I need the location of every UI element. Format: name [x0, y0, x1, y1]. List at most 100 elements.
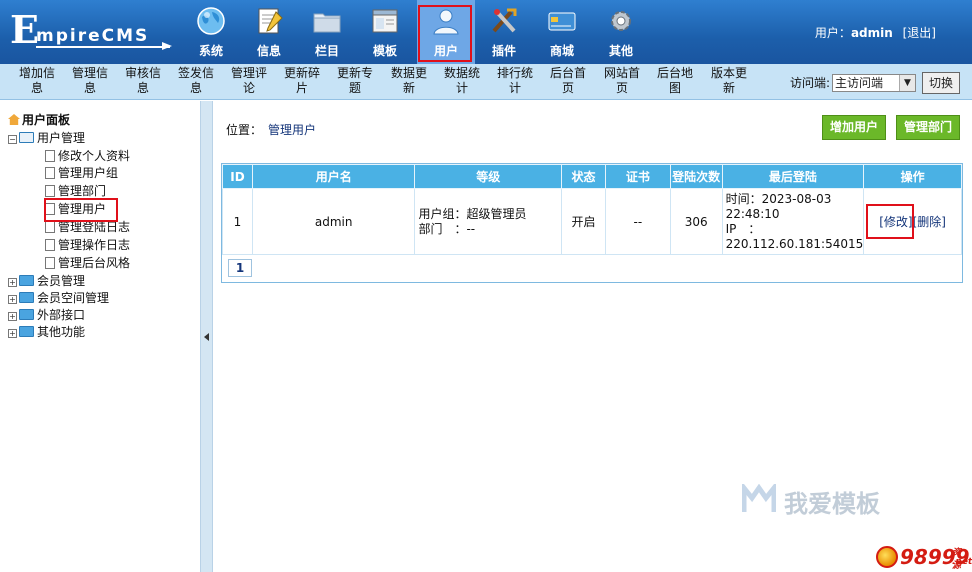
sidebar-item-label: 管理后台风格	[58, 256, 131, 270]
top-header: E mpireCMS 系统 信息 栏目 模板 用户 插件 商城 其他 用户：ad…	[0, 0, 972, 64]
time-value: 2023-08-03	[761, 191, 832, 206]
header-last-login: 最后登陆	[721, 164, 865, 189]
sidebar-item-manage-user-groups[interactable]: 管理用户组	[45, 165, 118, 182]
subnav-sign-info[interactable]: 签发信息	[173, 66, 219, 96]
subnav-manage-comments[interactable]: 管理评论	[226, 66, 272, 96]
subnav-line2: 息	[136, 81, 149, 95]
home-icon	[8, 114, 20, 125]
sidebar-panel-title-text: 用户面板	[22, 113, 71, 127]
sidebar-group-user-management[interactable]: − 用户管理	[8, 130, 85, 147]
subnav-data-stats[interactable]: 数据统计	[439, 66, 485, 96]
logout-link[interactable]: [退出]	[903, 26, 936, 40]
nav-tab-plugin[interactable]: 插件	[475, 0, 533, 64]
header-id: ID	[222, 164, 253, 189]
expand-icon[interactable]: +	[8, 295, 17, 304]
subnav-admin-map[interactable]: 后台地图	[652, 66, 698, 96]
group-value: 超级管理员	[466, 206, 527, 221]
subnav-line2: 片	[295, 81, 308, 95]
cell-username: admin	[251, 188, 416, 255]
folder-icon	[19, 292, 34, 303]
sidebar-item-admin-style[interactable]: 管理后台风格	[45, 255, 130, 272]
table-header-row: ID 用户名 等级 状态 证书 登陆次数 最后登陆 操作	[222, 164, 962, 189]
header-username: 用户名	[251, 164, 416, 189]
cell-id: 1	[222, 188, 253, 255]
time-label: 时间：	[725, 191, 762, 206]
nav-tab-shop[interactable]: 商城	[533, 0, 591, 64]
sidebar-splitter[interactable]	[200, 101, 213, 572]
subnav-line1: 管理评	[230, 66, 267, 80]
subnav-data-update[interactable]: 数据更新	[386, 66, 432, 96]
subnav-manage-info[interactable]: 管理信息	[67, 66, 113, 96]
pagination-page-1[interactable]: 1	[228, 259, 252, 277]
subnav-line1: 审核信	[124, 66, 161, 80]
page-icon	[45, 221, 55, 233]
sidebar-item-edit-profile[interactable]: 修改个人资料	[45, 148, 130, 165]
subnav-line1: 版本更	[710, 66, 747, 80]
expand-icon[interactable]: +	[8, 312, 17, 321]
subnav-admin-home[interactable]: 后台首页	[545, 66, 591, 96]
nav-tab-column[interactable]: 栏目	[298, 0, 356, 64]
last-login-time: 时间：2023-08-03	[726, 192, 864, 207]
delete-link[interactable]: [删除]	[913, 215, 946, 229]
subnav-line2: 页	[615, 81, 628, 95]
subnav-line2: 息	[30, 81, 43, 95]
nav-tab-system[interactable]: 系统	[182, 0, 240, 64]
sidebar-item-operation-logs[interactable]: 管理操作日志	[45, 237, 130, 254]
sidebar-group-external-api[interactable]: + 外部接口	[8, 307, 85, 324]
expand-icon[interactable]: +	[8, 329, 17, 338]
cell-status: 开启	[561, 188, 606, 255]
expand-icon[interactable]: +	[8, 278, 17, 287]
highlight-manage-users	[44, 198, 118, 222]
sidebar-group-label: 其他功能	[37, 325, 86, 339]
subnav-line1: 排行统	[496, 66, 533, 80]
globe-icon	[197, 7, 225, 35]
users-table: ID 用户名 等级 状态 证书 登陆次数 最后登陆 操作 1 admin 用户组…	[222, 164, 962, 255]
collapse-arrow-icon[interactable]	[204, 333, 209, 341]
watermark: 我爱模板	[784, 484, 880, 519]
sidebar-group-members[interactable]: + 会员管理	[8, 273, 85, 290]
breadcrumb-link[interactable]: 管理用户	[268, 123, 316, 137]
sidebar-item-label: 管理用户组	[58, 166, 119, 180]
page-icon	[45, 185, 55, 197]
subnav-add-info[interactable]: 增加信息	[14, 66, 60, 96]
folder-icon	[19, 326, 34, 337]
sidebar-group-label: 会员空间管理	[37, 291, 110, 305]
add-user-button[interactable]: 增加用户	[822, 115, 886, 140]
subnav-line1: 增加信	[18, 66, 55, 80]
tools-icon	[492, 8, 517, 33]
header-status: 状态	[561, 164, 606, 189]
nav-tab-other[interactable]: 其他	[592, 0, 650, 64]
header-actions: 操作	[863, 164, 962, 189]
page-icon	[45, 167, 55, 179]
subnav-ranking-stats[interactable]: 排行统计	[492, 66, 538, 96]
users-table-container: ID 用户名 等级 状态 证书 登陆次数 最后登陆 操作 1 admin 用户组…	[221, 163, 963, 283]
sidebar-group-label: 会员管理	[37, 274, 86, 288]
chevron-down-icon: ▼	[899, 75, 915, 91]
watermark-logo-icon	[742, 484, 776, 512]
sidebar-group-member-space[interactable]: + 会员空间管理	[8, 290, 109, 307]
subnav-review-info[interactable]: 审核信息	[120, 66, 166, 96]
nav-tab-info[interactable]: 信息	[240, 0, 298, 64]
table-row: 1 admin 用户组：超级管理员 部门 ：-- 开启 -- 306 时间：20…	[222, 188, 962, 255]
subnav-update-fragments[interactable]: 更新碎片	[279, 66, 325, 96]
switch-button[interactable]: 切换	[922, 72, 960, 94]
access-select[interactable]: 主访问端 ▼	[832, 74, 916, 92]
subnav-update-topics[interactable]: 更新专题	[332, 66, 378, 96]
manage-department-button[interactable]: 管理部门	[896, 115, 960, 140]
sidebar-group-label: 外部接口	[37, 308, 86, 322]
sidebar-group-other-functions[interactable]: + 其他功能	[8, 324, 85, 341]
subnav-site-home[interactable]: 网站首页	[599, 66, 645, 96]
collapse-icon[interactable]: −	[8, 135, 17, 144]
brand-tld: .net	[952, 557, 972, 567]
sidebar-group-label: 用户管理	[37, 131, 86, 145]
subnav-version-update[interactable]: 版本更新	[706, 66, 752, 96]
access-label: 访问端:	[790, 76, 831, 90]
subnav-line1: 更新碎	[283, 66, 320, 80]
nav-label-other: 其他	[608, 44, 633, 58]
subnav-line1: 更新专	[336, 66, 373, 80]
last-login-time2: 22:48:10	[725, 206, 780, 221]
brand-mark: 98999 资源 .net	[900, 545, 972, 571]
nav-tab-template[interactable]: 模板	[356, 0, 414, 64]
subnav-line1: 数据统	[443, 66, 480, 80]
subnav-line1: 管理信	[71, 66, 108, 80]
